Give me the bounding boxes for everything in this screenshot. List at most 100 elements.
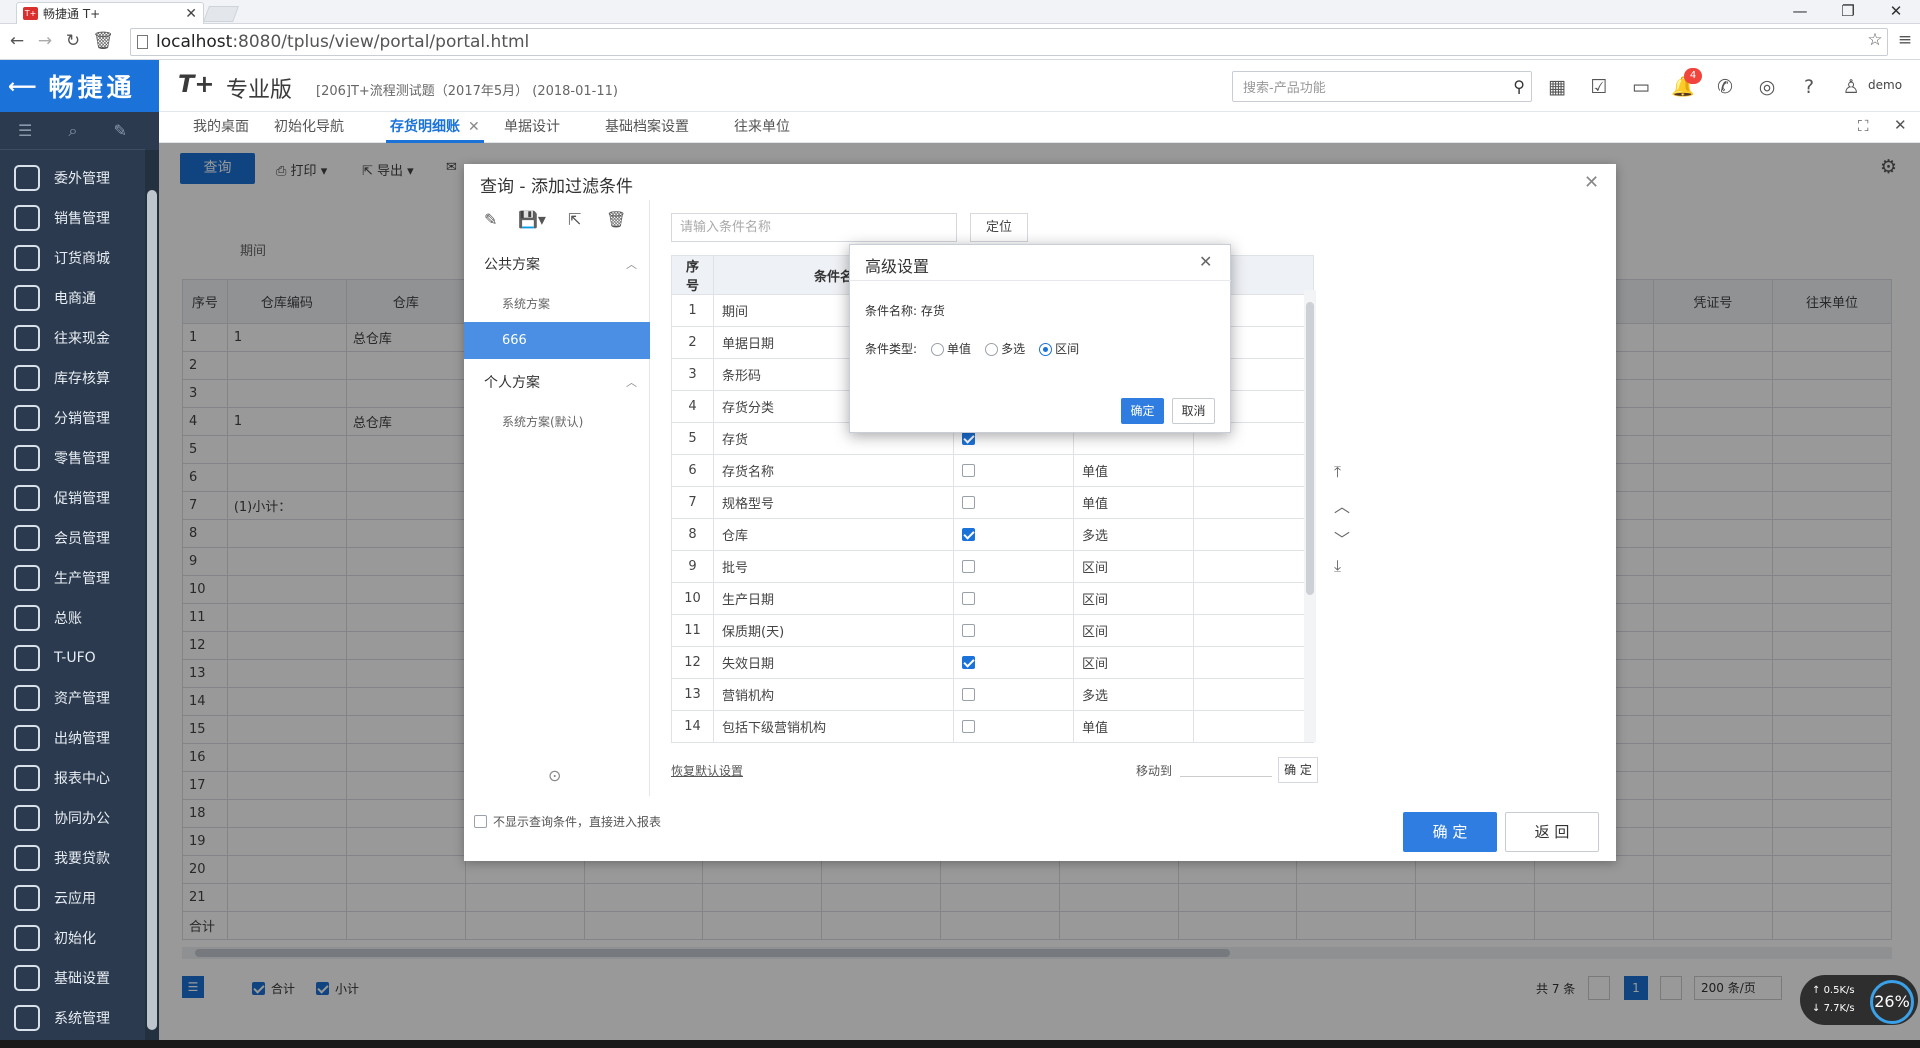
condition-type[interactable]: 多选 [1073, 678, 1194, 711]
sidebar-item[interactable]: 生产管理 [0, 558, 145, 598]
condition-checkbox[interactable] [962, 560, 975, 573]
reload-icon[interactable]: ↻ [62, 31, 84, 51]
sidebar-search-icon[interactable]: ⌕ [68, 121, 77, 141]
move-up-icon[interactable]: ︿ [1334, 493, 1350, 517]
condition-row[interactable]: 14 包括下级营销机构 单值 [671, 710, 1314, 743]
condition-row[interactable]: 6 存货名称 单值 [671, 454, 1314, 487]
headset-icon[interactable]: ◎ [1754, 74, 1780, 100]
sidebar-item[interactable]: 云应用 [0, 878, 145, 918]
condition-type[interactable]: 单值 [1073, 486, 1194, 519]
close-tab-icon[interactable]: ✕ [185, 6, 197, 22]
condition-type[interactable]: 多选 [1073, 518, 1194, 551]
scheme-666[interactable]: 666 [464, 322, 650, 359]
radio-multi[interactable]: 多选 [977, 340, 1025, 357]
new-tab-button[interactable] [203, 6, 239, 22]
sidebar-item[interactable]: 协同办公 [0, 798, 145, 838]
condition-row[interactable]: 9 批号 区间 [671, 550, 1314, 583]
sidebar-item[interactable]: 促销管理 [0, 478, 145, 518]
query-back-button[interactable]: 返 回 [1505, 812, 1599, 852]
sidebar-item[interactable]: T-UFO [0, 638, 145, 678]
skip-query-checkbox[interactable] [474, 815, 487, 828]
condition-search-input[interactable]: 请输入条件名称 [671, 213, 957, 242]
sidebar-item[interactable]: 会员管理 [0, 518, 145, 558]
query-ok-button[interactable]: 确 定 [1403, 812, 1497, 852]
condition-row[interactable]: 8 仓库 多选 [671, 518, 1314, 551]
tab-voucher-design[interactable]: 单据设计 [504, 112, 560, 143]
sidebar-item[interactable]: 委外管理 [0, 158, 145, 198]
radio-single-circle[interactable] [931, 343, 945, 356]
query-close-icon[interactable]: ✕ [1584, 172, 1599, 193]
minimize-icon[interactable]: — [1780, 2, 1820, 20]
save-icon[interactable]: 💾▾ [518, 210, 546, 229]
radio-single[interactable]: 单值 [923, 340, 971, 357]
tab-desktop[interactable]: 我的桌面 [193, 112, 249, 143]
sidebar-item[interactable]: 系统管理 [0, 998, 145, 1038]
search-input[interactable]: 搜索-产品功能 ⚲ [1232, 71, 1532, 102]
sidebar-item[interactable]: 分销管理 [0, 398, 145, 438]
browser-tab[interactable]: T+ 畅捷通 T+ ✕ [16, 2, 204, 24]
sidebar-edit-icon[interactable]: ✎ [114, 121, 127, 140]
back-icon[interactable]: ← [6, 31, 28, 51]
share-icon[interactable]: ⇱ [568, 210, 581, 229]
condition-type[interactable]: 区间 [1073, 550, 1194, 583]
public-scheme-group[interactable]: 公共方案 [484, 254, 540, 274]
tab-partner[interactable]: 往来单位 [734, 112, 790, 143]
move-top-icon[interactable]: ⤒ [1334, 462, 1341, 482]
advanced-ok-button[interactable]: 确定 [1121, 398, 1164, 424]
window-close-icon[interactable]: ✕ [1876, 2, 1916, 20]
scheme-system-default[interactable]: 系统方案(默认) [502, 413, 583, 430]
collapse-panel-icon[interactable]: ⊙ [548, 766, 561, 785]
condition-checkbox[interactable] [962, 432, 975, 445]
advanced-cancel-button[interactable]: 取消 [1172, 398, 1215, 424]
help-icon[interactable]: ? [1796, 74, 1822, 100]
bookmark-star-icon[interactable]: ☆ [1864, 30, 1886, 50]
scheme-system[interactable]: 系统方案 [502, 295, 550, 312]
move-to-input[interactable] [1180, 776, 1272, 777]
condition-vscroll-thumb[interactable] [1306, 302, 1314, 595]
condition-row[interactable]: 12 失效日期 区间 [671, 646, 1314, 679]
condition-row[interactable]: 7 规格型号 单值 [671, 486, 1314, 519]
forward-icon[interactable]: → [34, 31, 56, 51]
skip-query-option[interactable]: 不显示查询条件，直接进入报表 [474, 813, 661, 830]
condition-row[interactable]: 11 保质期(天) 区间 [671, 614, 1314, 647]
locate-button[interactable]: 定位 [970, 213, 1028, 242]
search-icon[interactable]: ⚲ [1513, 77, 1525, 96]
restore-icon[interactable]: ❐ [1828, 2, 1868, 20]
task-list-icon[interactable]: ☑ [1586, 74, 1612, 100]
calculator-icon[interactable]: ▦ [1544, 74, 1570, 100]
restore-default-link[interactable]: 恢复默认设置 [671, 762, 743, 779]
condition-row[interactable]: 13 营销机构 多选 [671, 678, 1314, 711]
trash-icon[interactable]: 🗑 [92, 31, 114, 51]
phone-icon[interactable]: ✆ [1712, 74, 1738, 100]
sidebar-item[interactable]: 零售管理 [0, 438, 145, 478]
sidebar-item[interactable]: 资产管理 [0, 678, 145, 718]
condition-checkbox[interactable] [962, 592, 975, 605]
browser-menu-icon[interactable]: ≡ [1894, 30, 1916, 50]
condition-checkbox[interactable] [962, 656, 975, 669]
sidebar-item[interactable]: 基础设置 [0, 958, 145, 998]
radio-range-circle[interactable] [1039, 343, 1053, 356]
message-icon[interactable]: ▭ [1628, 74, 1654, 100]
move-bottom-icon[interactable]: ⤓ [1334, 556, 1341, 576]
sidebar-scroll-thumb[interactable] [147, 190, 157, 1030]
close-all-icon[interactable]: ✕ [1894, 116, 1907, 134]
sidebar-item[interactable]: 销售管理 [0, 198, 145, 238]
advanced-close-icon[interactable]: ✕ [1199, 252, 1212, 271]
fullscreen-icon[interactable]: ⛶ [1858, 117, 1869, 135]
move-confirm-button[interactable]: 确 定 [1278, 757, 1318, 783]
condition-checkbox[interactable] [962, 496, 975, 509]
condition-checkbox[interactable] [962, 720, 975, 733]
condition-checkbox[interactable] [962, 528, 975, 541]
tab-close-icon[interactable]: ✕ [468, 119, 480, 135]
sidebar-item[interactable]: 初始化 [0, 918, 145, 958]
condition-row[interactable]: 10 生产日期 区间 [671, 582, 1314, 615]
condition-checkbox[interactable] [962, 688, 975, 701]
user-icon[interactable]: ♙ [1838, 74, 1864, 100]
sidebar-item[interactable]: 出纳管理 [0, 718, 145, 758]
condition-type[interactable]: 区间 [1073, 582, 1194, 615]
sidebar-item[interactable]: 库存核算 [0, 358, 145, 398]
tab-inventory-ledger[interactable]: 存货明细账 ✕ [386, 112, 484, 143]
sidebar-item[interactable]: 订货商城 [0, 238, 145, 278]
tab-init-nav[interactable]: 初始化导航 [274, 112, 344, 143]
menu-icon[interactable]: ☰ [18, 121, 32, 140]
